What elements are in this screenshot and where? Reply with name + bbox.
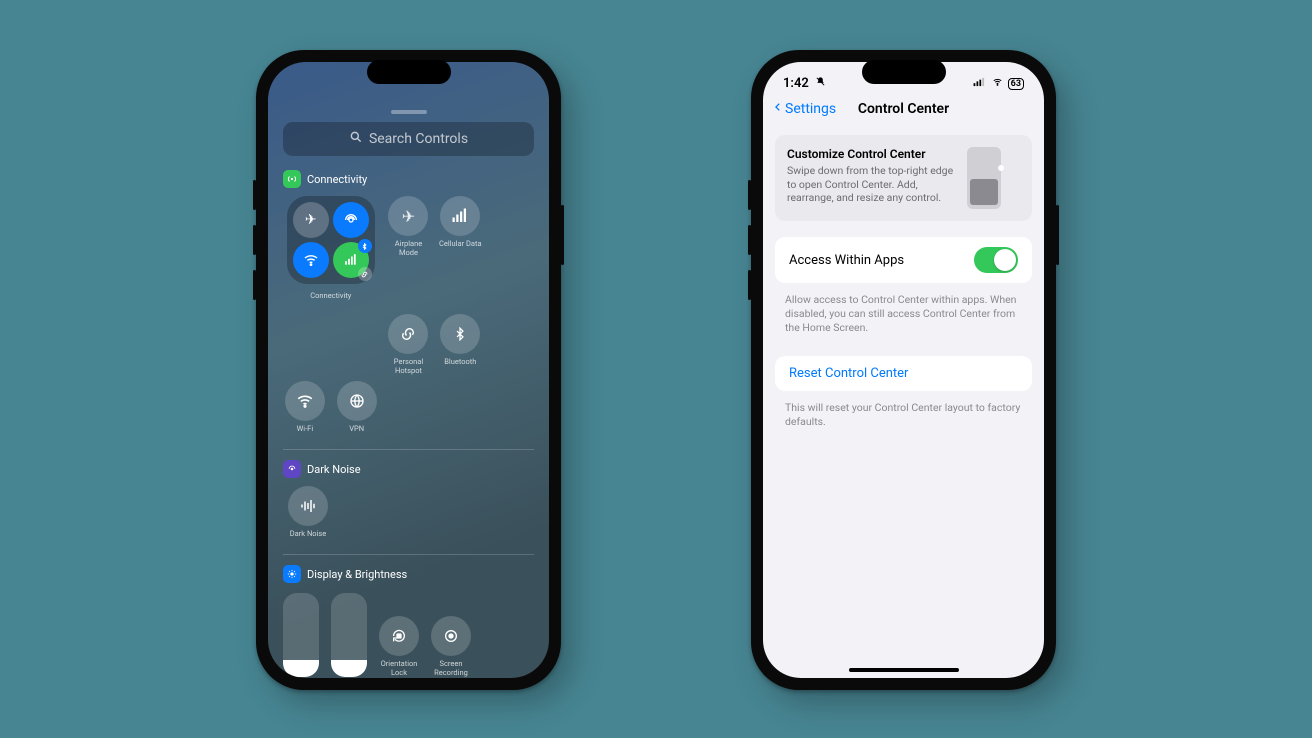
link-mini-icon <box>358 267 372 281</box>
connectivity-grid: ✈︎ <box>283 196 534 441</box>
volume-slider[interactable] <box>331 593 367 677</box>
personal-hotspot-tile[interactable]: Personal Hotspot <box>387 314 431 375</box>
wifi-icon <box>293 242 329 278</box>
bell-slash-icon <box>815 76 826 91</box>
hotspot-icon <box>388 314 428 354</box>
home-indicator <box>849 668 959 672</box>
sheet-grabber[interactable] <box>391 110 427 114</box>
tile-label: Wi-Fi <box>297 425 314 441</box>
section-header-darknoise: Dark Noise <box>283 460 534 478</box>
search-controls-field[interactable]: Search Controls <box>283 122 534 156</box>
darknoise-app-icon <box>283 460 301 478</box>
lock-rotation-icon <box>379 616 419 656</box>
connectivity-cluster-tile[interactable]: ✈︎ <box>287 196 375 284</box>
bluetooth-icon <box>440 314 480 354</box>
vpn-tile[interactable]: VPN <box>335 381 379 441</box>
section-header-display: Display & Brightness <box>283 565 534 583</box>
tile-label: Personal Hotspot <box>394 358 423 375</box>
brightness-slider[interactable] <box>283 593 319 677</box>
section-divider <box>283 554 534 555</box>
section-title: Connectivity <box>307 173 367 186</box>
cellular-icon <box>333 242 369 278</box>
search-placeholder: Search Controls <box>369 131 468 147</box>
sun-icon <box>283 565 301 583</box>
cellular-bars-icon <box>440 196 480 236</box>
chevron-left-icon <box>773 99 783 119</box>
access-note: Allow access to Control Center within ap… <box>763 289 1044 350</box>
control-center-editor-screen: Search Controls Connectivity ✈︎ <box>268 62 549 678</box>
section-header-connectivity: Connectivity <box>283 170 534 188</box>
row-label: Access Within Apps <box>789 253 904 268</box>
battery-indicator: 63 <box>1008 78 1024 90</box>
back-label: Settings <box>785 101 836 117</box>
wifi-tile[interactable]: Wi-Fi <box>283 381 327 441</box>
back-button[interactable]: Settings <box>773 99 858 119</box>
screen-recording-tile[interactable]: Screen Recording <box>431 616 471 677</box>
airplane-icon: ✈︎ <box>293 202 329 238</box>
tile-label: Dark Noise <box>290 530 327 546</box>
cellular-data-tile[interactable]: Cellular Data <box>438 196 482 308</box>
control-center-illustration <box>967 147 1001 209</box>
hero-title: Customize Control Center <box>787 147 957 161</box>
phone-left: Search Controls Connectivity ✈︎ <box>256 50 561 690</box>
access-within-apps-row[interactable]: Access Within Apps <box>775 237 1032 283</box>
waveform-icon <box>288 486 328 526</box>
airdrop-icon <box>333 202 369 238</box>
section-title: Dark Noise <box>307 463 361 476</box>
row-label: Reset Control Center <box>789 366 908 381</box>
hero-body: Swipe down from the top-right edge to op… <box>787 164 957 205</box>
tile-label: Screen Recording <box>434 660 468 677</box>
section-title: Display & Brightness <box>307 568 407 581</box>
status-time: 1:42 <box>783 76 809 91</box>
tile-label: Airplane Mode <box>387 240 431 257</box>
reset-note: This will reset your Control Center layo… <box>763 397 1044 443</box>
volume-slider-tile[interactable] <box>331 593 367 677</box>
record-icon <box>431 616 471 656</box>
access-within-apps-card: Access Within Apps <box>775 237 1032 283</box>
tile-label: Orientation Lock <box>381 660 418 677</box>
cellular-signal-icon <box>973 77 987 90</box>
battery-percent: 63 <box>1011 79 1021 89</box>
orientation-lock-tile[interactable]: Orientation Lock <box>379 616 419 677</box>
search-icon <box>349 130 363 148</box>
airplane-icon: ✈︎ <box>388 196 428 236</box>
wifi-icon <box>285 381 325 421</box>
page-title: Control Center <box>858 101 949 117</box>
wifi-icon <box>991 77 1004 90</box>
dynamic-island <box>367 60 451 84</box>
reset-card: Reset Control Center <box>775 356 1032 391</box>
display-brightness-row: Orientation Lock Screen Recording <box>283 593 534 677</box>
tile-label: Bluetooth <box>444 358 476 374</box>
bluetooth-tile[interactable]: Bluetooth <box>438 314 482 375</box>
reset-control-center-button[interactable]: Reset Control Center <box>775 356 1032 391</box>
brightness-slider-tile[interactable] <box>283 593 319 677</box>
phone-right: 1:42 63 S <box>751 50 1056 690</box>
section-divider <box>283 449 534 450</box>
dynamic-island <box>862 60 946 84</box>
antenna-icon <box>283 170 301 188</box>
bluetooth-mini-icon <box>358 239 372 253</box>
dark-noise-tile[interactable]: Dark Noise <box>283 486 333 546</box>
customize-hero-card: Customize Control Center Swipe down from… <box>775 135 1032 221</box>
access-toggle[interactable] <box>974 247 1018 273</box>
tile-label: Connectivity <box>310 292 351 308</box>
nav-bar: Settings Control Center <box>763 93 1044 129</box>
airplane-mode-tile[interactable]: ✈︎ Airplane Mode <box>387 196 431 308</box>
tile-label: VPN <box>349 425 364 441</box>
tile-label: Cellular Data <box>439 240 481 256</box>
settings-control-center-screen: 1:42 63 S <box>763 62 1044 678</box>
globe-icon <box>337 381 377 421</box>
